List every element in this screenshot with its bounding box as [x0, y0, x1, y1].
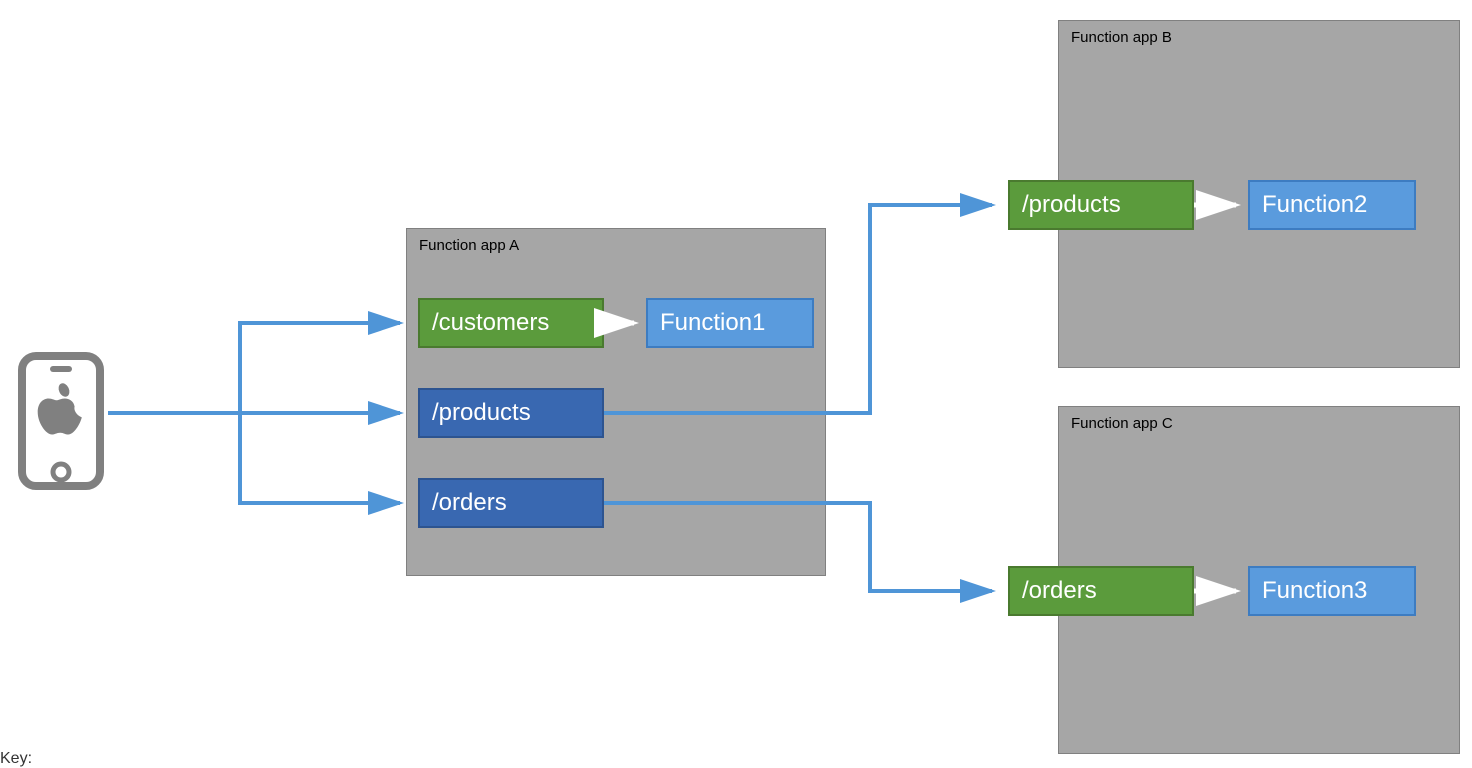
function1-box: Function1	[646, 298, 814, 348]
function-app-a-label: Function app A	[419, 237, 519, 254]
products-proxy-label: /products	[432, 399, 531, 427]
function-app-b-label: Function app B	[1071, 29, 1172, 46]
orders-proxy-label: /orders	[432, 489, 507, 517]
products-route-box-b: /products	[1008, 180, 1194, 230]
arrow-to-orders-proxy	[240, 413, 400, 503]
function-app-c-label: Function app C	[1071, 415, 1173, 432]
orders-route-box-c: /orders	[1008, 566, 1194, 616]
customers-route-box: /customers	[418, 298, 604, 348]
function2-box: Function2	[1248, 180, 1416, 230]
function1-label: Function1	[660, 309, 765, 337]
function3-label: Function3	[1262, 577, 1367, 605]
key-label: Key:	[0, 750, 32, 768]
arrow-to-customers	[240, 323, 400, 413]
function3-box: Function3	[1248, 566, 1416, 616]
customers-route-label: /customers	[432, 309, 549, 337]
orders-route-label-c: /orders	[1022, 577, 1097, 605]
products-proxy-box: /products	[418, 388, 604, 438]
products-route-label-b: /products	[1022, 191, 1121, 219]
orders-proxy-box: /orders	[418, 478, 604, 528]
function2-label: Function2	[1262, 191, 1367, 219]
mobile-device-icon	[18, 352, 104, 490]
